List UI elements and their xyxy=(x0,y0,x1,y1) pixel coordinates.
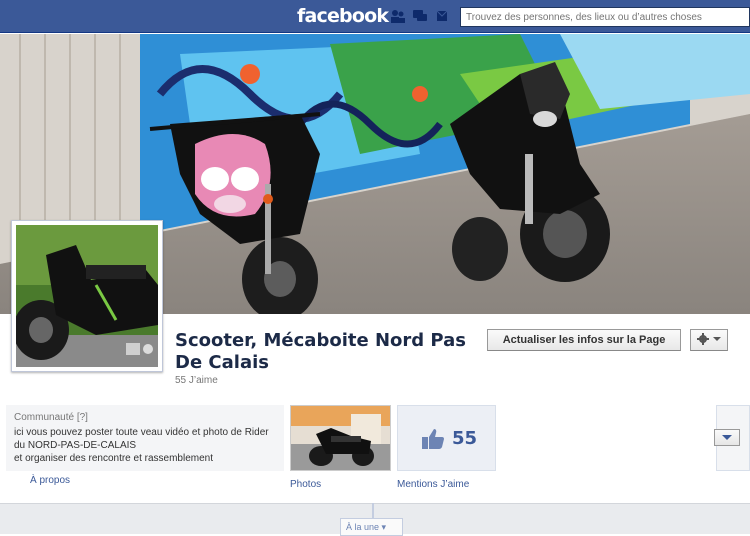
chevron-down-icon xyxy=(722,435,732,440)
about-line-1: ici vous pouvez poster toute veau vidéo … xyxy=(14,427,269,438)
expand-apps-button[interactable] xyxy=(714,429,740,446)
chevron-down-icon xyxy=(713,337,721,341)
page-title: Scooter, Mécaboite Nord Pas De Calais xyxy=(175,330,466,373)
about-box: Communauté [?] ici vous pouvez poster to… xyxy=(6,405,284,471)
category-help[interactable]: [?] xyxy=(77,412,88,423)
about-line-3: et organiser des rencontre et rassemblem… xyxy=(14,453,213,464)
search-input[interactable] xyxy=(460,7,750,27)
photos-label[interactable]: Photos xyxy=(290,479,321,490)
photos-app-tile[interactable] xyxy=(290,405,391,471)
friends-icon[interactable] xyxy=(390,9,406,23)
category-label: Communauté xyxy=(14,412,75,423)
likes-label[interactable]: Mentions J’aime xyxy=(397,479,469,490)
likes-count: 55 xyxy=(452,428,478,449)
notifications-icon[interactable] xyxy=(434,9,450,23)
top-navigation-bar: facebook xyxy=(0,0,750,33)
facebook-logo[interactable]: facebook xyxy=(297,5,389,27)
page-settings-button[interactable] xyxy=(690,329,728,351)
timeline-spine xyxy=(372,503,374,519)
timeline-scrubber[interactable]: À la une ▾ xyxy=(340,518,403,536)
messages-icon[interactable] xyxy=(412,9,428,23)
likes-app-tile[interactable] xyxy=(397,405,496,471)
gear-icon xyxy=(697,333,709,345)
page-category: Communauté [?] xyxy=(14,411,276,424)
likes-summary: 55 J’aime xyxy=(175,375,218,386)
profile-picture[interactable] xyxy=(11,220,163,372)
about-line-2: du NORD-PAS-DE-CALAIS xyxy=(14,440,137,451)
update-page-info-button[interactable]: Actualiser les infos sur la Page xyxy=(487,329,681,351)
about-link[interactable]: À propos xyxy=(30,475,70,486)
thumbs-up-icon xyxy=(422,429,444,449)
